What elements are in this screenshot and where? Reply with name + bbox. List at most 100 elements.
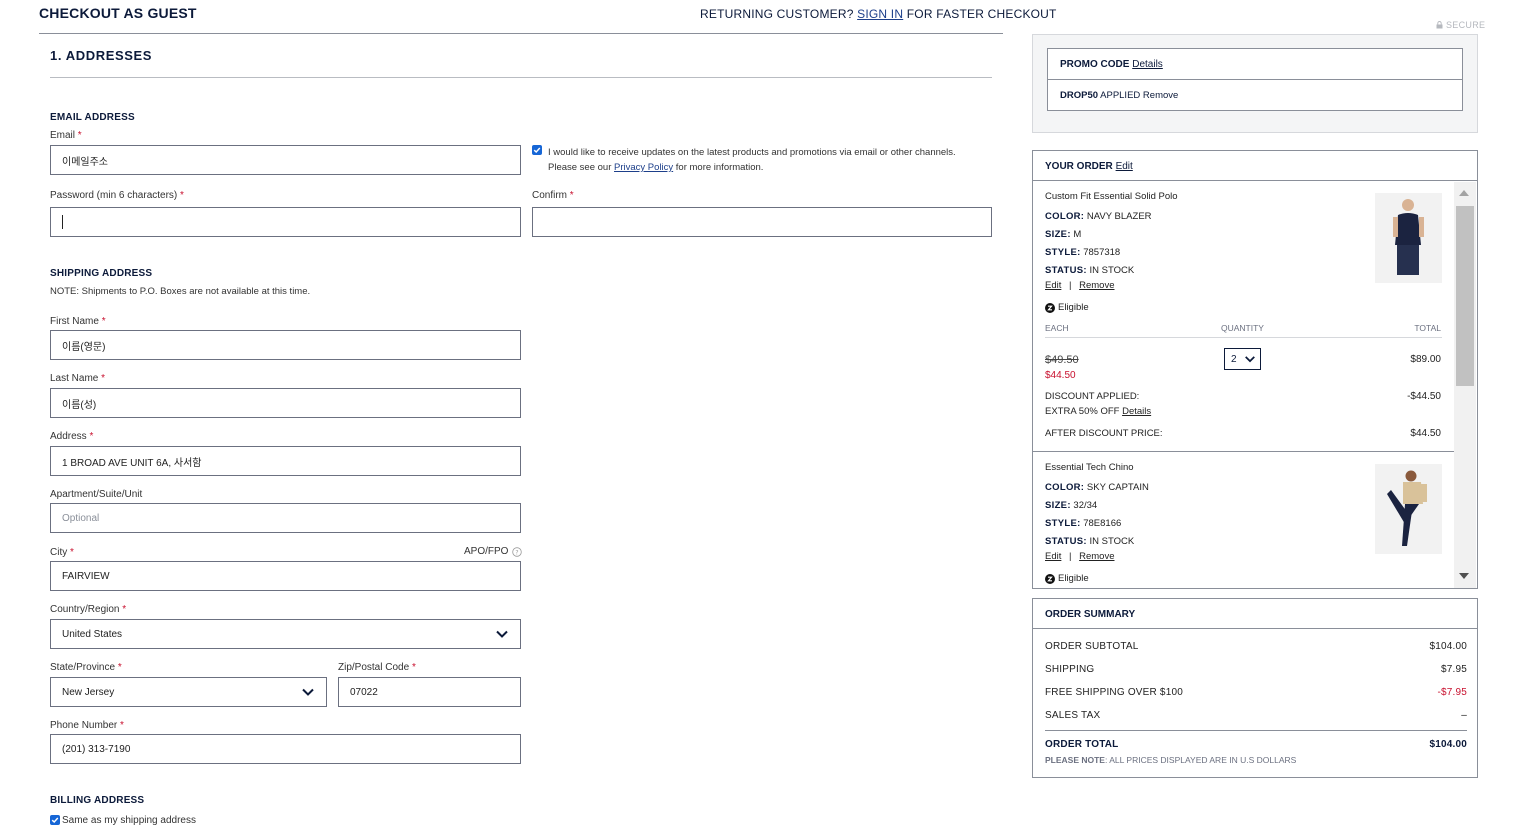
marketing-optin-text: I would like to receive updates on the l… — [548, 145, 988, 175]
last-name-label: Last Name * — [50, 373, 106, 384]
product-image[interactable] — [1375, 464, 1442, 554]
item-eligible: Eligible — [1045, 302, 1089, 313]
promo-details-link[interactable]: Details — [1132, 59, 1163, 70]
summary-divider — [1045, 730, 1467, 731]
first-name-label: First Name * — [50, 316, 106, 327]
quantity-value: 2 — [1231, 353, 1237, 365]
optin-line2: Please see our Privacy Policy for more i… — [548, 162, 764, 173]
state-value: New Jersey — [62, 686, 115, 698]
item-size: SIZE: M — [1045, 229, 1082, 240]
privacy-policy-link[interactable]: Privacy Policy — [614, 162, 673, 173]
country-select[interactable]: United States — [50, 619, 521, 649]
promo-code-value: DROP50 — [1060, 90, 1099, 101]
same-as-shipping-checkbox[interactable] — [50, 815, 60, 825]
promo-applied-text: APPLIED — [1100, 90, 1141, 101]
section-title: 1. ADDRESSES — [50, 48, 153, 63]
item-total: $89.00 — [1410, 354, 1441, 365]
sign-in-link[interactable]: SIGN IN — [857, 7, 903, 21]
apo-fpo-info[interactable]: APO/FPO ? — [464, 546, 523, 557]
item-actions: Edit | Remove — [1045, 551, 1115, 562]
order-summary-panel: ORDER SUMMARY ORDER SUBTOTAL $104.00 SHIP… — [1032, 598, 1478, 778]
item-style: STYLE: 7857318 — [1045, 247, 1121, 258]
order-total-row: ORDER TOTAL $104.00 — [1045, 739, 1467, 750]
order-summary-title: ORDER SUMMARY — [1045, 609, 1136, 620]
promo-box: PROMO CODE Details DROP50 APPLIED Remove — [1047, 48, 1463, 111]
item-remove-link[interactable]: Remove — [1079, 551, 1114, 562]
quantity-column-head: QUANTITY — [1221, 323, 1264, 333]
first-name-input[interactable] — [50, 330, 521, 360]
applied-promo-row: DROP50 APPLIED Remove — [1048, 80, 1462, 111]
order-edit-link[interactable]: Edit — [1116, 161, 1133, 172]
item-color: COLOR: NAVY BLAZER — [1045, 211, 1152, 222]
confirm-password-input[interactable] — [532, 207, 992, 237]
promo-remove-link[interactable]: Remove — [1143, 90, 1178, 101]
confirm-label: Confirm * — [532, 190, 574, 201]
apo-fpo-label: APO/FPO — [464, 546, 509, 557]
item-status: STATUS: IN STOCK — [1045, 265, 1135, 276]
scroll-up-icon[interactable] — [1458, 189, 1470, 197]
discount-details-link[interactable]: Details — [1122, 406, 1151, 417]
discount-value: -$44.50 — [1407, 391, 1441, 402]
item-status: STATUS: IN STOCK — [1045, 536, 1135, 547]
checkmark-icon — [533, 147, 541, 154]
chino-model-image — [1375, 464, 1442, 554]
lock-icon — [1436, 21, 1443, 29]
text-cursor — [62, 215, 63, 229]
promo-label: PROMO CODE — [1060, 59, 1130, 70]
zip-input[interactable] — [338, 677, 521, 707]
product-image[interactable] — [1375, 193, 1442, 283]
page-title: CHECKOUT AS GUEST — [39, 5, 197, 21]
shoprunner-icon — [1045, 302, 1055, 313]
header-divider — [39, 33, 1003, 34]
chevron-down-icon — [302, 688, 314, 696]
secure-indicator: SECURE — [1436, 20, 1485, 30]
phone-input[interactable] — [50, 734, 521, 764]
total-column-head: TOTAL — [1414, 323, 1441, 333]
same-as-shipping-label[interactable]: Same as my shipping address — [62, 815, 196, 826]
state-select[interactable]: New Jersey — [50, 677, 327, 707]
state-label: State/Province * — [50, 662, 122, 673]
marketing-optin-checkbox[interactable] — [532, 145, 542, 155]
after-discount-value: $44.50 — [1410, 428, 1441, 439]
shipping-heading: SHIPPING ADDRESS — [50, 268, 153, 279]
email-heading: EMAIL ADDRESS — [50, 112, 135, 123]
shipping-note: NOTE: Shipments to P.O. Boxes are not av… — [50, 286, 311, 297]
summary-row: SALES TAX – — [1045, 710, 1467, 721]
apartment-input[interactable] — [50, 503, 521, 533]
address-label: Address * — [50, 431, 94, 442]
after-discount-label: AFTER DISCOUNT PRICE: — [1045, 428, 1163, 439]
country-label: Country/Region * — [50, 604, 127, 615]
your-order-title: YOUR ORDER — [1045, 161, 1113, 172]
apartment-label: Apartment/Suite/Unit — [50, 489, 143, 500]
your-order-panel: YOUR ORDER Edit Custom Fit Essential Sol… — [1032, 150, 1478, 589]
item-eligible: Eligible — [1045, 573, 1089, 584]
password-label: Password (min 6 characters) * — [50, 190, 184, 201]
original-price: $49.50 — [1045, 354, 1079, 366]
item-edit-link[interactable]: Edit — [1045, 280, 1061, 291]
item-size: SIZE: 32/34 — [1045, 500, 1098, 511]
quantity-select[interactable]: 2 — [1224, 348, 1261, 370]
item-divider — [1045, 337, 1442, 338]
item-remove-link[interactable]: Remove — [1079, 280, 1114, 291]
scrollbar-thumb[interactable] — [1456, 206, 1474, 386]
password-input[interactable] — [50, 207, 521, 237]
address-input[interactable] — [50, 446, 521, 476]
email-label: Email * — [50, 130, 82, 141]
your-order-header: YOUR ORDER Edit — [1033, 151, 1477, 181]
svg-text:?: ? — [516, 549, 519, 556]
scroll-down-icon[interactable] — [1458, 572, 1470, 580]
item-name: Custom Fit Essential Solid Polo — [1045, 191, 1178, 202]
item-style: STYLE: 78E8166 — [1045, 518, 1122, 529]
discount-description: EXTRA 50% OFF Details — [1045, 406, 1152, 417]
optin-line1: I would like to receive updates on the l… — [548, 147, 956, 158]
country-value: United States — [62, 628, 123, 640]
city-label: City * — [50, 547, 74, 558]
phone-label: Phone Number * — [50, 720, 124, 731]
currency-note: PLEASE NOTE: ALL PRICES DISPLAYED ARE IN… — [1045, 755, 1297, 765]
last-name-input[interactable] — [50, 388, 521, 418]
email-input[interactable] — [50, 145, 521, 175]
city-input[interactable] — [50, 561, 521, 591]
summary-row: FREE SHIPPING OVER $100 -$7.95 — [1045, 687, 1467, 698]
item-actions: Edit | Remove — [1045, 280, 1115, 291]
item-edit-link[interactable]: Edit — [1045, 551, 1061, 562]
